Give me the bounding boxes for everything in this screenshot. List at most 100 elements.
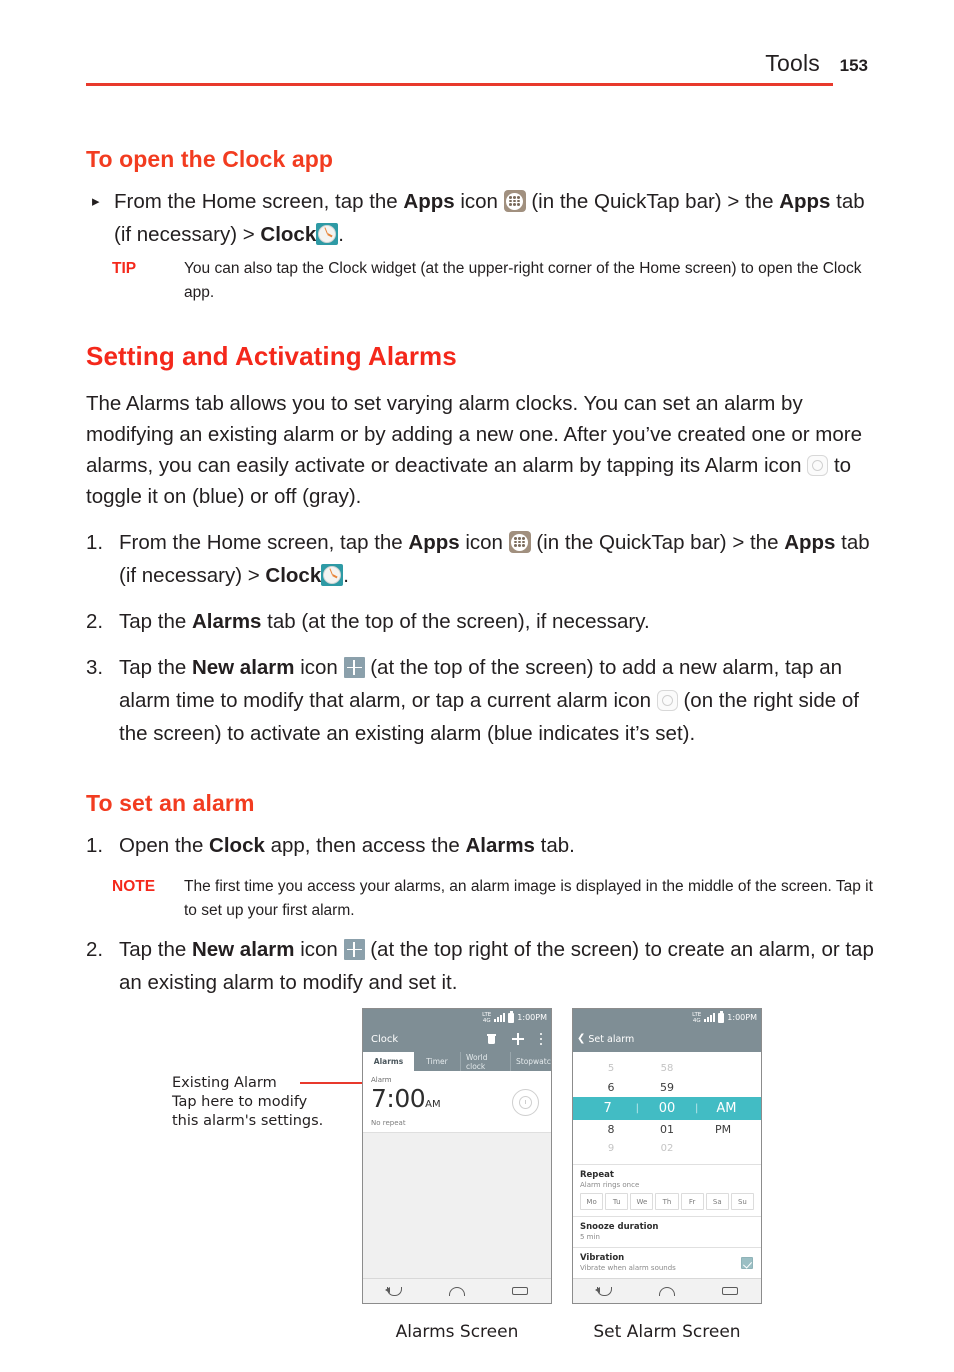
alarm-activate-toggle[interactable]	[512, 1089, 539, 1116]
alarms-screen-caption: Alarms Screen	[395, 1322, 519, 1342]
annotation-line2: Tap here to modify	[172, 1094, 308, 1110]
picker-row[interactable]: 5 58	[573, 1059, 761, 1078]
figure-area: Existing Alarm Tap here to modify this a…	[0, 1006, 954, 1366]
tip-callout: TIP You can also tap the Clock widget (a…	[86, 257, 876, 305]
page-title: Tools	[765, 50, 820, 76]
set-alarm-action-bar: ❮ Set alarm	[573, 1026, 761, 1052]
alarm-time-value: 7:00	[371, 1084, 426, 1113]
list-item: 2. Tap the New alarm icon (at the top rig…	[86, 933, 876, 999]
tab-alarms[interactable]: Alarms	[363, 1052, 414, 1071]
navigation-bar	[573, 1278, 761, 1303]
list-item: 1. Open the Clock app, then access the Al…	[86, 829, 876, 862]
vibration-checkbox[interactable]	[741, 1257, 753, 1269]
battery-icon	[508, 1010, 515, 1023]
step1-part2: icon	[459, 531, 509, 554]
network-indicator: LTE 4G	[692, 1012, 701, 1024]
picker-hour: 9	[607, 1143, 615, 1154]
back-icon[interactable]	[384, 1286, 402, 1296]
snooze-subtitle: 5 min	[580, 1233, 600, 1241]
set-alarm-steps: 1. Open the Clock app, then access the Al…	[86, 829, 876, 862]
action-bar: Clock	[363, 1026, 551, 1052]
list-item: 3. Tap the New alarm icon (at the top of …	[86, 651, 876, 750]
heading-open-clock-app: To open the Clock app	[86, 146, 334, 172]
alarm-toggle-icon	[807, 455, 829, 476]
picker-hour: 5	[607, 1063, 615, 1074]
picker-row-selected[interactable]: 7 | 00 | AM	[573, 1097, 761, 1120]
back-chevron-icon[interactable]: ❮	[577, 1034, 585, 1044]
overflow-menu-icon[interactable]	[540, 1033, 543, 1045]
document-content: To open the Clock app From the Home scre…	[86, 146, 876, 1012]
note-callout: NOTE The first time you access your alar…	[86, 875, 876, 923]
sa-step1-part1: Open the	[119, 834, 210, 857]
step3-part2: icon	[294, 656, 344, 679]
picker-minute: 58	[660, 1063, 674, 1074]
vibration-setting[interactable]: Vibration Vibrate when alarm sounds	[573, 1247, 761, 1278]
navigation-bar	[363, 1278, 551, 1303]
tab-stopwatch[interactable]: Stopwatch	[510, 1052, 551, 1071]
alarm-ampm: AM	[425, 1099, 441, 1110]
day-button-fr[interactable]: Fr	[680, 1193, 704, 1210]
tab-world-clock[interactable]: World clock	[460, 1052, 510, 1071]
step-number: 2.	[86, 938, 104, 961]
snooze-title: Snooze duration	[580, 1222, 659, 1232]
snooze-duration-setting[interactable]: Snooze duration 5 min	[573, 1216, 761, 1247]
day-button-th[interactable]: Th	[655, 1193, 679, 1210]
picker-minute: 01	[660, 1123, 674, 1136]
recents-icon[interactable]	[721, 1287, 738, 1295]
delete-icon[interactable]	[487, 1034, 496, 1044]
picker-hour-selected: 7	[603, 1101, 612, 1116]
step2-part2: tab (at the top of the screen), if neces…	[261, 610, 650, 633]
step1-part1: From the Home screen, tap the	[119, 531, 409, 554]
sa-step2-part2: icon	[294, 938, 344, 961]
day-button-su[interactable]: Su	[730, 1193, 754, 1210]
clock-icon	[321, 564, 344, 586]
app-title: Clock	[371, 1033, 399, 1045]
apps-tab-label: Apps	[784, 531, 836, 554]
picker-hour: 8	[607, 1123, 615, 1136]
clock-label: Clock	[265, 564, 322, 587]
picker-hour: 6	[607, 1081, 615, 1094]
repeat-day-buttons: Mo Tu We Th Fr Sa Su	[580, 1193, 754, 1210]
annotation-leader-line	[300, 1082, 368, 1084]
new-alarm-icon[interactable]	[512, 1033, 524, 1045]
vibration-title: Vibration	[580, 1253, 625, 1263]
bullet-text-part1: From the Home screen, tap the	[114, 190, 404, 213]
picker-row[interactable]: 6 59	[573, 1078, 761, 1097]
day-button-tu[interactable]: Tu	[605, 1193, 629, 1210]
open-clock-bullet-list: From the Home screen, tap the Apps icon …	[86, 185, 876, 251]
alarm-label: Alarm	[371, 1076, 392, 1084]
clock-icon	[316, 223, 339, 245]
set-alarm-screen-screenshot: LTE 4G 1:00PM ❮ Set alarm 5 58 6 59 7 | …	[572, 1008, 762, 1304]
alarm-list-item[interactable]: Alarm 7:00AM No repeat	[363, 1071, 551, 1133]
alarms-tab-label: Alarms	[465, 834, 535, 857]
day-button-we[interactable]: We	[630, 1193, 654, 1210]
step-number: 1.	[86, 834, 104, 857]
setting-alarms-intro: The Alarms tab allows you to set varying…	[86, 388, 876, 512]
status-time: 1:00PM	[727, 1013, 757, 1022]
alarm-toggle-icon	[656, 690, 678, 711]
clock-label: Clock	[260, 223, 317, 246]
day-button-sa[interactable]: Sa	[705, 1193, 729, 1210]
repeat-subtitle: Alarm rings once	[580, 1181, 640, 1189]
apps-tab-label: Apps	[779, 190, 831, 213]
signal-icon	[494, 1013, 506, 1022]
heading-to-set-an-alarm: To set an alarm	[86, 790, 255, 816]
page-number: 153	[839, 56, 868, 75]
tip-label: TIP	[112, 260, 137, 277]
status-time: 1:00PM	[517, 1013, 547, 1022]
set-alarm-screen-caption: Set Alarm Screen	[593, 1322, 741, 1342]
picker-row[interactable]: 8 01 PM	[573, 1120, 761, 1139]
home-icon[interactable]	[448, 1286, 465, 1296]
time-picker[interactable]: 5 58 6 59 7 | 00 | AM 8 01 PM 9 02	[573, 1052, 761, 1164]
back-icon[interactable]	[594, 1286, 612, 1296]
recents-icon[interactable]	[511, 1287, 528, 1295]
step-number: 2.	[86, 610, 104, 633]
repeat-setting[interactable]: Repeat Alarm rings once Mo Tu We Th Fr S…	[573, 1164, 761, 1216]
day-button-mo[interactable]: Mo	[580, 1193, 604, 1210]
home-icon[interactable]	[658, 1286, 675, 1296]
picker-row[interactable]: 9 02	[573, 1139, 761, 1158]
new-alarm-label: New alarm	[191, 656, 295, 679]
heading-setting-activating-alarms: Setting and Activating Alarms	[86, 341, 457, 371]
alarms-tab-label: Alarms	[191, 610, 262, 633]
tab-timer[interactable]: Timer	[414, 1052, 460, 1071]
